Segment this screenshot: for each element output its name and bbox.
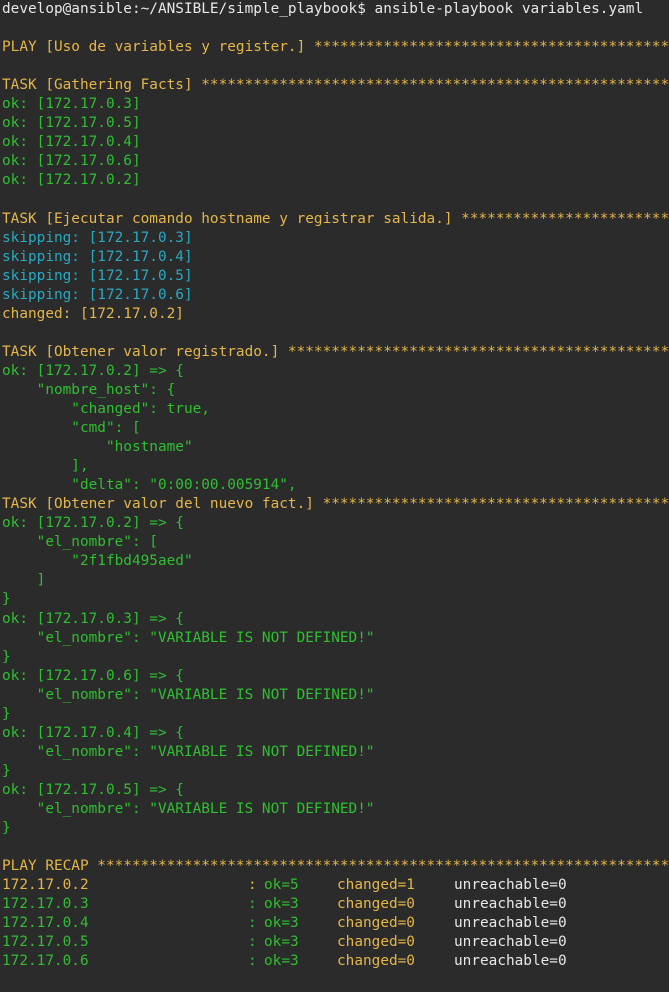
terminal-line: "hostname" <box>2 439 193 456</box>
terminal-line: skipping: [172.17.0.5] <box>2 267 193 284</box>
recap-changed-count: changed=0 <box>337 915 415 932</box>
terminal-line: } <box>2 648 11 665</box>
recap-unreachable-count: unreachable=0 <box>454 934 567 951</box>
recap-colon: : <box>248 915 257 932</box>
terminal-line: ok: [172.17.0.2] => { <box>2 362 184 379</box>
terminal-line: "2f1fbd495aed" <box>2 553 193 570</box>
terminal-line: "el_nombre": "VARIABLE IS NOT DEFINED!" <box>2 743 375 760</box>
recap-changed-count: changed=1 <box>337 877 415 894</box>
recap-ok-count: ok=3 <box>264 953 299 970</box>
terminal-line: ok: [172.17.0.3] => { <box>2 610 184 627</box>
terminal-line: "changed": true, <box>2 400 210 417</box>
terminal-line: } <box>2 820 11 837</box>
terminal-line: TASK [Gathering Facts] *****************… <box>2 77 669 94</box>
recap-unreachable-count: unreachable=0 <box>454 953 567 970</box>
terminal-line: ok: [172.17.0.3] <box>2 96 141 113</box>
recap-colon: : <box>248 934 257 951</box>
recap-unreachable-count: unreachable=0 <box>454 896 567 913</box>
terminal-line: "delta": "0:00:00.005914", <box>2 477 297 494</box>
recap-row: 172.17.0.6: ok=3 changed=0 unreachable=0 <box>0 952 669 971</box>
terminal-line: skipping: [172.17.0.4] <box>2 248 193 265</box>
terminal-line: PLAY RECAP *****************************… <box>2 858 669 875</box>
terminal-line: ok: [172.17.0.5] => { <box>2 781 184 798</box>
terminal-line: ok: [172.17.0.2] <box>2 172 141 189</box>
terminal-line: "el_nombre": "VARIABLE IS NOT DEFINED!" <box>2 629 375 646</box>
recap-row: 172.17.0.3: ok=3 changed=0 unreachable=0 <box>0 895 669 914</box>
recap-changed-count: changed=0 <box>337 896 415 913</box>
terminal-output: develop@ansible:~/ANSIBLE/simple_playboo… <box>0 0 669 876</box>
terminal-line: ok: [172.17.0.6] <box>2 153 141 170</box>
terminal-line: TASK [Obtener valor del nuevo fact.] ***… <box>2 496 669 513</box>
recap-ok-count: ok=3 <box>264 934 299 951</box>
recap-host: 172.17.0.3 <box>2 896 89 913</box>
recap-host: 172.17.0.6 <box>2 953 89 970</box>
recap-changed-count: changed=0 <box>337 953 415 970</box>
recap-host: 172.17.0.2 <box>2 877 89 894</box>
recap-unreachable-count: unreachable=0 <box>454 877 567 894</box>
terminal-line: ok: [172.17.0.4] <box>2 134 141 151</box>
terminal-line: ok: [172.17.0.2] => { <box>2 515 184 532</box>
recap-unreachable-count: unreachable=0 <box>454 915 567 932</box>
recap-host: 172.17.0.5 <box>2 934 89 951</box>
terminal-line: TASK [Obtener valor registrado.] *******… <box>2 343 669 360</box>
play-recap-table: 172.17.0.2: ok=5 changed=1 unreachable=0 172… <box>0 876 669 971</box>
terminal-window[interactable]: develop@ansible:~/ANSIBLE/simple_playboo… <box>0 0 669 992</box>
recap-colon: : <box>248 877 257 894</box>
terminal-line: ok: [172.17.0.5] <box>2 115 141 132</box>
terminal-line: skipping: [172.17.0.3] <box>2 229 193 246</box>
terminal-line: develop@ansible:~/ANSIBLE/simple_playboo… <box>2 1 644 17</box>
recap-ok-count: ok=3 <box>264 896 299 913</box>
terminal-line: TASK [Ejecutar comando hostname y regist… <box>2 210 669 227</box>
terminal-line: ], <box>2 458 89 475</box>
recap-colon: : <box>248 953 257 970</box>
terminal-line: ok: [172.17.0.4] => { <box>2 724 184 741</box>
terminal-line: "nombre_host": { <box>2 381 176 398</box>
recap-changed-count: changed=0 <box>337 934 415 951</box>
terminal-line: PLAY [Uso de variables y register.] ****… <box>2 39 669 56</box>
terminal-line: "el_nombre": "VARIABLE IS NOT DEFINED!" <box>2 686 375 703</box>
terminal-line: "el_nombre": "VARIABLE IS NOT DEFINED!" <box>2 800 375 817</box>
terminal-line: } <box>2 762 11 779</box>
terminal-line: } <box>2 591 11 608</box>
recap-host: 172.17.0.4 <box>2 915 89 932</box>
recap-ok-count: ok=3 <box>264 915 299 932</box>
recap-row: 172.17.0.4: ok=3 changed=0 unreachable=0 <box>0 914 669 933</box>
recap-row: 172.17.0.2: ok=5 changed=1 unreachable=0 <box>0 876 669 895</box>
recap-colon: : <box>248 896 257 913</box>
terminal-line: changed: [172.17.0.2] <box>2 305 184 322</box>
terminal-line: } <box>2 705 11 722</box>
terminal-line: ok: [172.17.0.6] => { <box>2 667 184 684</box>
terminal-line: "cmd": [ <box>2 420 141 437</box>
terminal-line: ] <box>2 572 46 589</box>
recap-ok-count: ok=5 <box>264 877 299 894</box>
recap-row: 172.17.0.5: ok=3 changed=0 unreachable=0 <box>0 933 669 952</box>
terminal-line: skipping: [172.17.0.6] <box>2 286 193 303</box>
terminal-line: "el_nombre": [ <box>2 534 158 551</box>
